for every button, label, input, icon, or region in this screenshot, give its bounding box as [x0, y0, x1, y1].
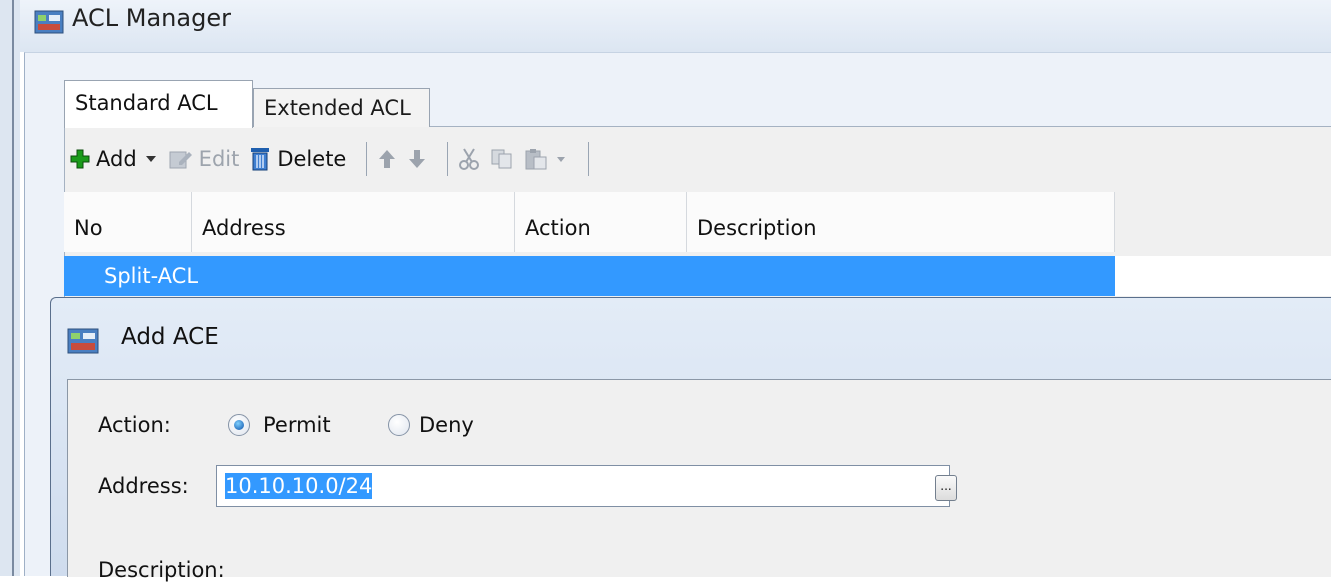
acl-manager-icon — [34, 10, 64, 34]
toolbar-separator — [588, 142, 590, 176]
arrow-up-icon — [379, 150, 396, 168]
scissors-icon — [459, 148, 480, 170]
toolbar: Add Edit Delete — [70, 138, 599, 180]
deny-label[interactable]: Deny — [419, 413, 474, 437]
column-header-action[interactable]: Action — [515, 192, 687, 252]
add-button[interactable]: Add — [70, 147, 159, 171]
deny-radio[interactable] — [388, 414, 410, 436]
add-ace-dialog: Add ACE — [50, 297, 1331, 577]
toolbar-separator — [447, 142, 449, 176]
browse-button[interactable]: ... — [935, 475, 957, 501]
plus-icon — [70, 149, 90, 169]
move-down-button[interactable] — [407, 148, 427, 170]
table-header: No Address Action Description — [64, 192, 1115, 252]
move-up-button[interactable] — [377, 148, 397, 170]
window-border-line — [12, 0, 14, 576]
copy-button[interactable] — [490, 148, 514, 170]
description-label: Description: — [98, 558, 225, 582]
tab-standard-acl[interactable]: Standard ACL — [64, 80, 253, 128]
paste-icon — [525, 149, 547, 170]
add-button-label: Add — [96, 147, 137, 171]
chevron-down-icon[interactable] — [554, 153, 568, 165]
column-header-address[interactable]: Address — [192, 192, 515, 252]
delete-button[interactable]: Delete — [249, 146, 346, 172]
acl-manager-titlebar: ACL Manager — [20, 0, 1331, 52]
window-title: ACL Manager — [72, 4, 231, 32]
trash-icon — [251, 148, 270, 171]
arrow-down-icon — [409, 150, 426, 168]
edit-button[interactable]: Edit — [169, 147, 240, 171]
address-value: 10.10.10.0/24 — [225, 473, 373, 499]
toolbar-separator — [366, 142, 368, 176]
address-input[interactable]: 10.10.10.0/24 — [216, 465, 950, 507]
paste-button[interactable] — [524, 147, 568, 171]
chevron-down-icon[interactable] — [143, 153, 159, 165]
left-window-edge — [0, 0, 20, 576]
action-label: Action: — [98, 413, 171, 437]
delete-button-label: Delete — [277, 147, 347, 171]
table-row[interactable]: Split-ACL — [64, 256, 1115, 296]
edit-button-label: Edit — [198, 147, 240, 171]
column-header-no[interactable]: No — [64, 192, 192, 252]
copy-icon — [491, 149, 512, 169]
tab-extended-acl[interactable]: Extended ACL — [253, 88, 430, 127]
address-label: Address: — [98, 474, 189, 498]
dialog-title: Add ACE — [121, 324, 219, 350]
table-row-filler — [1115, 256, 1331, 296]
column-header-description[interactable]: Description — [687, 192, 1115, 252]
acl-manager-icon — [67, 328, 99, 354]
table-header-filler — [1115, 192, 1331, 252]
cut-button[interactable] — [458, 147, 480, 171]
permit-radio[interactable] — [228, 414, 250, 436]
edit-icon — [169, 151, 192, 169]
permit-label[interactable]: Permit — [263, 413, 331, 437]
